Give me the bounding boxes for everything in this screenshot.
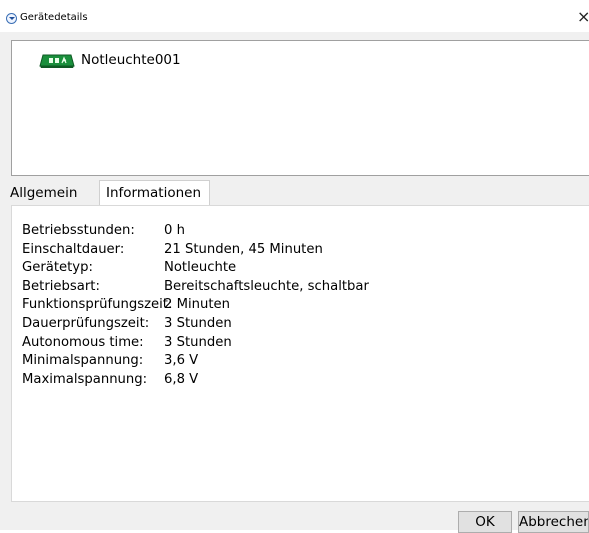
info-value: 6,8 V <box>164 371 199 387</box>
info-label: Maximalspannung: <box>22 371 148 387</box>
info-value: Bereitschaftsleuchte, schaltbar <box>164 278 369 294</box>
close-button[interactable]: × <box>577 8 589 26</box>
tab-informationen[interactable]: Informationen <box>99 180 210 206</box>
info-value: 3,6 V <box>164 353 199 369</box>
info-value: 3 Stunden <box>164 334 232 350</box>
emergency-exit-light-icon <box>39 54 75 68</box>
tab-strip: Allgemein Informationen <box>0 180 589 206</box>
info-label: Funktionsprüfungszeit: <box>22 297 173 313</box>
window-title: Gerätedetails <box>20 12 88 23</box>
info-label: Minimalspannung: <box>22 353 144 369</box>
dropdown-circle-icon[interactable] <box>6 13 17 24</box>
device-name: Notleuchte001 <box>81 52 181 68</box>
info-value: 21 Stunden, 45 Minuten <box>164 241 323 257</box>
info-label: Gerätetyp: <box>22 260 93 276</box>
device-list[interactable]: Notleuchte001 <box>11 40 589 176</box>
title-bar: Gerätedetails × <box>0 0 589 32</box>
info-value: 2 Minuten <box>164 297 230 313</box>
tab-allgemein[interactable]: Allgemein <box>4 183 99 204</box>
info-label: Betriebsstunden: <box>22 223 135 238</box>
info-label: Dauerprüfungszeit: <box>22 315 150 331</box>
info-label: Autonomous time: <box>22 334 144 350</box>
dialog-body: Notleuchte001 Allgemein Informationen Be… <box>0 32 589 533</box>
info-value: 0 h <box>164 223 185 238</box>
info-label: Betriebsart: <box>22 278 100 294</box>
info-label: Einschaltdauer: <box>22 241 125 257</box>
info-panel: Betriebsstunden: 0 h Einschaltdauer: 21 St… <box>11 205 589 502</box>
info-value: Notleuchte <box>164 260 237 276</box>
info-value: 3 Stunden <box>164 315 232 331</box>
